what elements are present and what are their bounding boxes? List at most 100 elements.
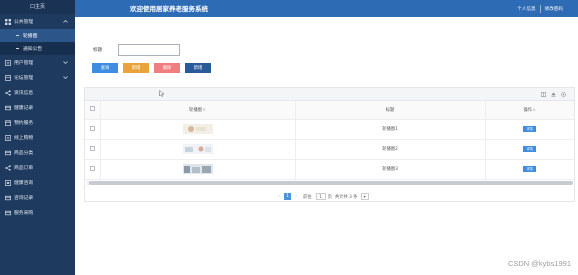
title-search-input[interactable] <box>118 44 180 56</box>
title-cell: 轮播图3 <box>295 159 486 180</box>
page-number-current[interactable]: 1 <box>284 193 291 200</box>
row-checkbox[interactable] <box>89 125 95 131</box>
columns-icon[interactable] <box>540 91 547 98</box>
table-header-row: 轮播图⇅ 标题 操作⇅ <box>85 101 574 120</box>
sidebar-item-label: 服务采购 <box>14 211 34 216</box>
sidebar-subitem-label: 轮播图 <box>23 34 38 39</box>
mouse-cursor-icon <box>159 90 164 97</box>
detail-button[interactable]: 详情 <box>523 125 537 132</box>
sidebar-item-label: 商品订单 <box>14 166 34 171</box>
sort-icon[interactable]: ⇅ <box>203 108 206 112</box>
add-button[interactable]: 新增 <box>123 63 149 73</box>
sidebar-item-consult-record[interactable]: 咨询记录 <box>0 190 75 205</box>
table-row: 轮播图3 详情 <box>85 159 574 180</box>
sidebar-item-category[interactable]: 商品分类 <box>0 145 75 160</box>
select-cell <box>85 139 101 160</box>
query-button[interactable]: 查询 <box>92 63 118 73</box>
cart-icon <box>4 134 11 141</box>
sidebar-item-label: 用户管理 <box>14 61 34 66</box>
sidebar-item-procurement[interactable]: 服务采购 <box>0 205 75 220</box>
total-count: 共计共 3 条 <box>334 194 358 200</box>
tag-icon <box>4 149 11 156</box>
data-table: 轮播图⇅ 标题 操作⇅ 轮播图1 详情 轮播图2 详情 轮播图3 详情 <box>85 101 574 180</box>
sidebar-item-forum[interactable]: 论坛管理 <box>0 70 75 85</box>
sidebar-item-users[interactable]: 用户管理 <box>0 55 75 70</box>
personal-info-link[interactable]: 个人信息 <box>513 6 539 12</box>
select-all-checkbox[interactable] <box>89 106 95 112</box>
create-button[interactable]: 新增 <box>185 63 211 73</box>
grid-icon <box>4 18 11 25</box>
sidebar-item-news[interactable]: 资讯信息 <box>0 85 75 100</box>
table-toolbar <box>85 88 574 101</box>
share-icon <box>4 89 11 96</box>
sidebar-subitem-label: 通知公告 <box>23 47 43 52</box>
action-cell: 详情 <box>485 139 574 160</box>
row-checkbox[interactable] <box>89 165 95 171</box>
column-header-actions: 操作⇅ <box>485 101 574 120</box>
app-title: 欢迎使用居家养老服务系统 <box>130 5 208 13</box>
sidebar-item-health-record[interactable]: 健康记录 <box>0 100 75 115</box>
print-icon[interactable] <box>560 91 567 98</box>
page-size-select[interactable]: ▾ <box>360 193 369 200</box>
sidebar-item-label: 公共管理 <box>14 20 34 25</box>
action-cell: 详情 <box>485 119 574 140</box>
chevron-down-icon <box>63 61 68 65</box>
select-cell <box>85 159 101 180</box>
sidebar-item-consult[interactable]: 健康咨询 <box>0 175 75 190</box>
chevron-up-icon <box>63 19 68 23</box>
title-cell: 轮播图2 <box>295 139 486 160</box>
dash-icon <box>16 47 19 50</box>
sidebar-item-label: 健康记录 <box>14 106 34 111</box>
change-password-link[interactable]: 修改密码 <box>541 6 567 12</box>
delete-button[interactable]: 删除 <box>154 63 180 73</box>
user-icon <box>4 59 11 66</box>
card-icon <box>4 209 11 216</box>
detail-button[interactable]: 详情 <box>523 165 537 172</box>
sidebar-item-label: 咨询记录 <box>14 196 34 201</box>
select-all-cell <box>85 101 101 120</box>
watermark: CSDN @kybs1991 <box>507 259 571 268</box>
table-panel: 轮播图⇅ 标题 操作⇅ 轮播图1 详情 轮播图2 详情 轮播图3 详情 <box>84 87 575 202</box>
sidebar-item-label: 商品分类 <box>14 151 34 156</box>
prev-page-button[interactable]: ‹ <box>276 194 282 199</box>
export-icon[interactable] <box>550 91 557 98</box>
sidebar-subitem-carousel[interactable]: 轮播图 <box>0 29 75 42</box>
next-page-button[interactable]: › <box>293 194 299 199</box>
scrollbar-thumb[interactable] <box>89 180 573 185</box>
forum-icon <box>4 74 11 81</box>
horizontal-scrollbar[interactable] <box>87 180 573 185</box>
column-header-title[interactable]: 标题 <box>295 101 486 120</box>
sidebar-item-orders[interactable]: 商品订单 <box>0 160 75 175</box>
title-cell: 轮播图1 <box>295 119 486 140</box>
column-header-image[interactable]: 轮播图⇅ <box>100 101 296 120</box>
card-icon <box>4 104 11 111</box>
sidebar-submenu: 轮播图 通知公告 <box>0 29 75 55</box>
action-cell: 详情 <box>485 159 574 180</box>
sidebar-item-label: 健康咨询 <box>14 181 34 186</box>
carousel-thumbnail <box>182 124 213 134</box>
sidebar-item-appointment[interactable]: 预约服务 <box>0 115 75 130</box>
sidebar: 口主页 公共管理 轮播图 通知公告 用户管理 论坛管理 资讯信息 健康记录 预约… <box>0 0 75 275</box>
page-unit-label: 页 <box>327 194 332 200</box>
sidebar-subitem-notice[interactable]: 通知公告 <box>0 42 75 55</box>
chat-icon <box>4 179 11 186</box>
main-content: 标题 查询 新增 删除 新增 轮播图⇅ 标题 操作⇅ 轮播图1 详情 轮播图2 … <box>75 17 578 275</box>
row-checkbox[interactable] <box>89 145 95 151</box>
goto-page-input[interactable]: 1 <box>315 193 326 200</box>
detail-button[interactable]: 详情 <box>523 145 537 152</box>
carousel-thumbnail <box>182 164 213 174</box>
chevron-down-icon <box>63 76 68 80</box>
table-row: 轮播图1 详情 <box>85 119 574 140</box>
top-bar: 欢迎使用居家养老服务系统 个人信息 修改密码 <box>75 0 578 17</box>
sidebar-item-label: 论坛管理 <box>14 76 34 81</box>
carousel-thumbnail <box>182 144 213 154</box>
dash-icon <box>16 34 19 37</box>
goto-label: 前往 <box>303 194 312 200</box>
sidebar-item-label: 预约服务 <box>14 121 34 126</box>
sidebar-item-public[interactable]: 公共管理 <box>0 14 75 29</box>
search-label: 标题 <box>93 48 103 53</box>
sidebar-home[interactable]: 口主页 <box>0 0 75 14</box>
sort-icon[interactable]: ⇅ <box>533 108 536 112</box>
sidebar-item-shopping[interactable]: 线上购物 <box>0 130 75 145</box>
top-links: 个人信息 修改密码 <box>513 0 567 17</box>
